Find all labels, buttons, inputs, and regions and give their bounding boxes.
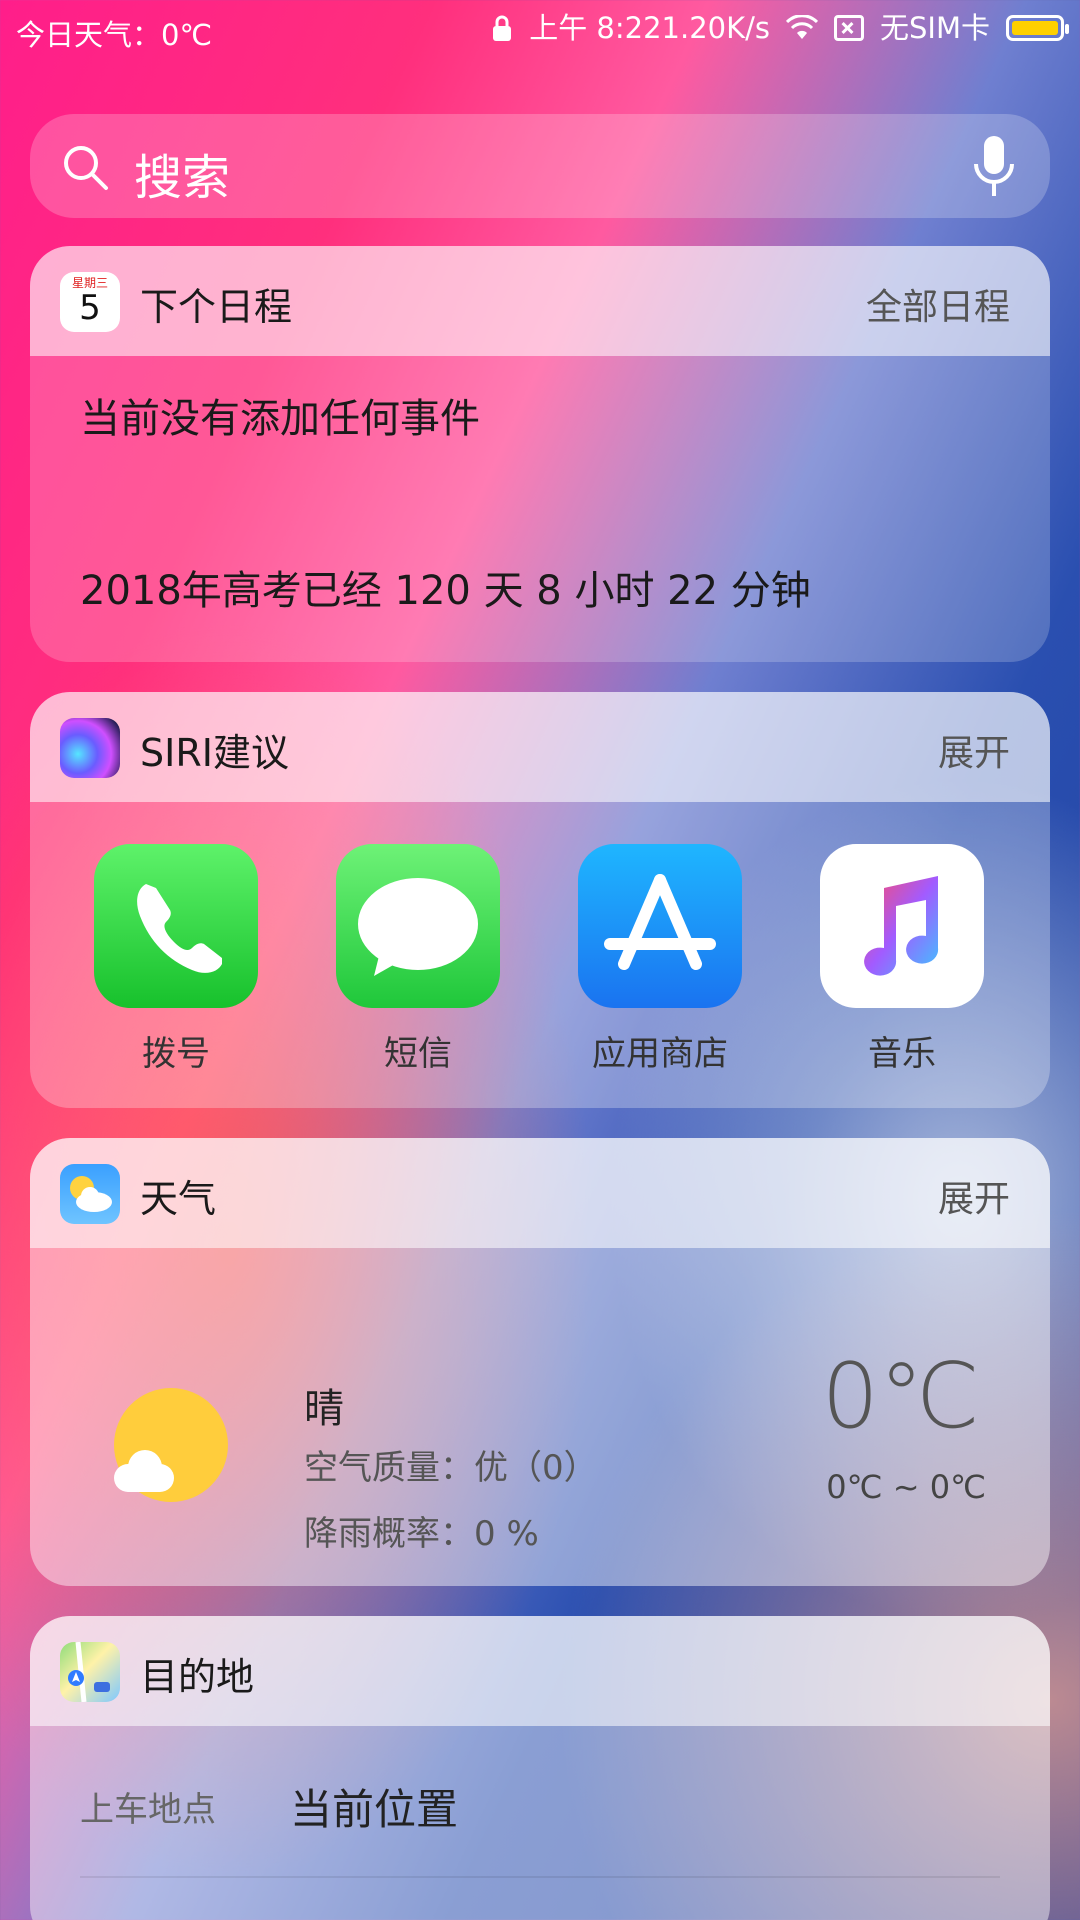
current-temperature: 0℃ xyxy=(821,1344,980,1449)
music-icon xyxy=(820,844,984,1008)
calendar-icon-day: 5 xyxy=(79,288,101,328)
app-phone-label: 拨号 xyxy=(142,1034,210,1074)
calendar-widget-header: 星期三 5 下个日程 全部日程 xyxy=(30,246,1050,356)
maps-widget-header: 目的地 xyxy=(30,1616,1050,1726)
weather-widget-title: 天气 xyxy=(140,1177,217,1221)
battery-fill xyxy=(1012,21,1058,35)
weather-app-icon xyxy=(60,1164,120,1224)
weather-widget[interactable]: 天气 展开 晴 空气质量：优（0） 降雨概率：0 % 0℃ 0℃ ~ 0℃ xyxy=(30,1138,1050,1586)
search-bar[interactable]: 搜索 xyxy=(30,114,1050,218)
app-messages[interactable]: 短信 xyxy=(336,844,500,1075)
app-store-label: 应用商店 xyxy=(592,1034,728,1074)
status-weather-text: 今日天气：0℃ xyxy=(16,18,213,52)
status-bar: 今日天气：0℃ 上午 8:22 1.20K/s 无SIM卡 xyxy=(0,0,1080,64)
no-events-text: 当前没有添加任何事件 xyxy=(80,396,480,442)
status-time: 上午 8:22 xyxy=(529,11,662,45)
pickup-label: 上车地点 xyxy=(80,1790,216,1830)
rain-probability-text: 降雨概率：0 % xyxy=(304,1514,539,1554)
status-sim-text: 无SIM卡 xyxy=(880,11,990,45)
search-input[interactable]: 搜索 xyxy=(134,138,230,208)
status-network-speed: 1.20K/s xyxy=(661,11,771,45)
exam-countdown-text: 2018年高考已经 120 天 8 小时 22 分钟 xyxy=(80,568,811,614)
lock-icon xyxy=(493,15,512,41)
temperature-range: 0℃ ~ 0℃ xyxy=(826,1468,986,1506)
cloud-icon xyxy=(114,1450,174,1492)
weather-expand-button[interactable]: 展开 xyxy=(938,1170,1010,1222)
all-events-button[interactable]: 全部日程 xyxy=(866,278,1010,330)
message-icon xyxy=(336,844,500,1008)
app-store-icon xyxy=(578,844,742,1008)
siri-widget-header: SIRI建议 展开 xyxy=(30,692,1050,802)
status-right-group: 上午 8:22 1.20K/s 无SIM卡 xyxy=(491,8,1069,48)
weather-widget-header: 天气 展开 xyxy=(30,1138,1050,1248)
battery-icon xyxy=(1006,15,1069,41)
weather-condition: 晴 xyxy=(304,1386,344,1432)
app-messages-label: 短信 xyxy=(384,1034,452,1074)
calendar-widget[interactable]: 星期三 5 下个日程 全部日程 当前没有添加任何事件 2018年高考已经 120… xyxy=(30,246,1050,662)
wifi-icon xyxy=(786,15,819,39)
app-phone[interactable]: 拨号 xyxy=(94,844,258,1075)
siri-suggestions-widget[interactable]: SIRI建议 展开 拨号 短信 应用商店 音乐 xyxy=(30,692,1050,1108)
divider xyxy=(80,1876,1000,1878)
calendar-icon: 星期三 5 xyxy=(60,272,120,332)
app-music-label: 音乐 xyxy=(868,1034,936,1074)
app-music[interactable]: 音乐 xyxy=(820,844,984,1075)
app-store[interactable]: 应用商店 xyxy=(578,844,742,1075)
search-icon xyxy=(64,146,108,190)
maps-widget-title: 目的地 xyxy=(140,1655,255,1699)
maps-destination-widget[interactable]: 目的地 上车地点 当前位置 xyxy=(30,1616,1050,1920)
siri-icon xyxy=(60,718,120,778)
air-quality-text: 空气质量：优（0） xyxy=(304,1448,598,1488)
maps-icon xyxy=(60,1642,120,1702)
pickup-location-value[interactable]: 当前位置 xyxy=(290,1776,458,1837)
siri-expand-button[interactable]: 展开 xyxy=(938,724,1010,776)
calendar-widget-title: 下个日程 xyxy=(140,285,293,329)
siri-app-grid: 拨号 短信 应用商店 音乐 xyxy=(30,802,1050,1108)
phone-icon xyxy=(94,844,258,1008)
microphone-icon[interactable] xyxy=(972,134,1016,200)
siri-widget-title: SIRI建议 xyxy=(140,731,289,775)
no-sim-icon xyxy=(834,15,865,41)
